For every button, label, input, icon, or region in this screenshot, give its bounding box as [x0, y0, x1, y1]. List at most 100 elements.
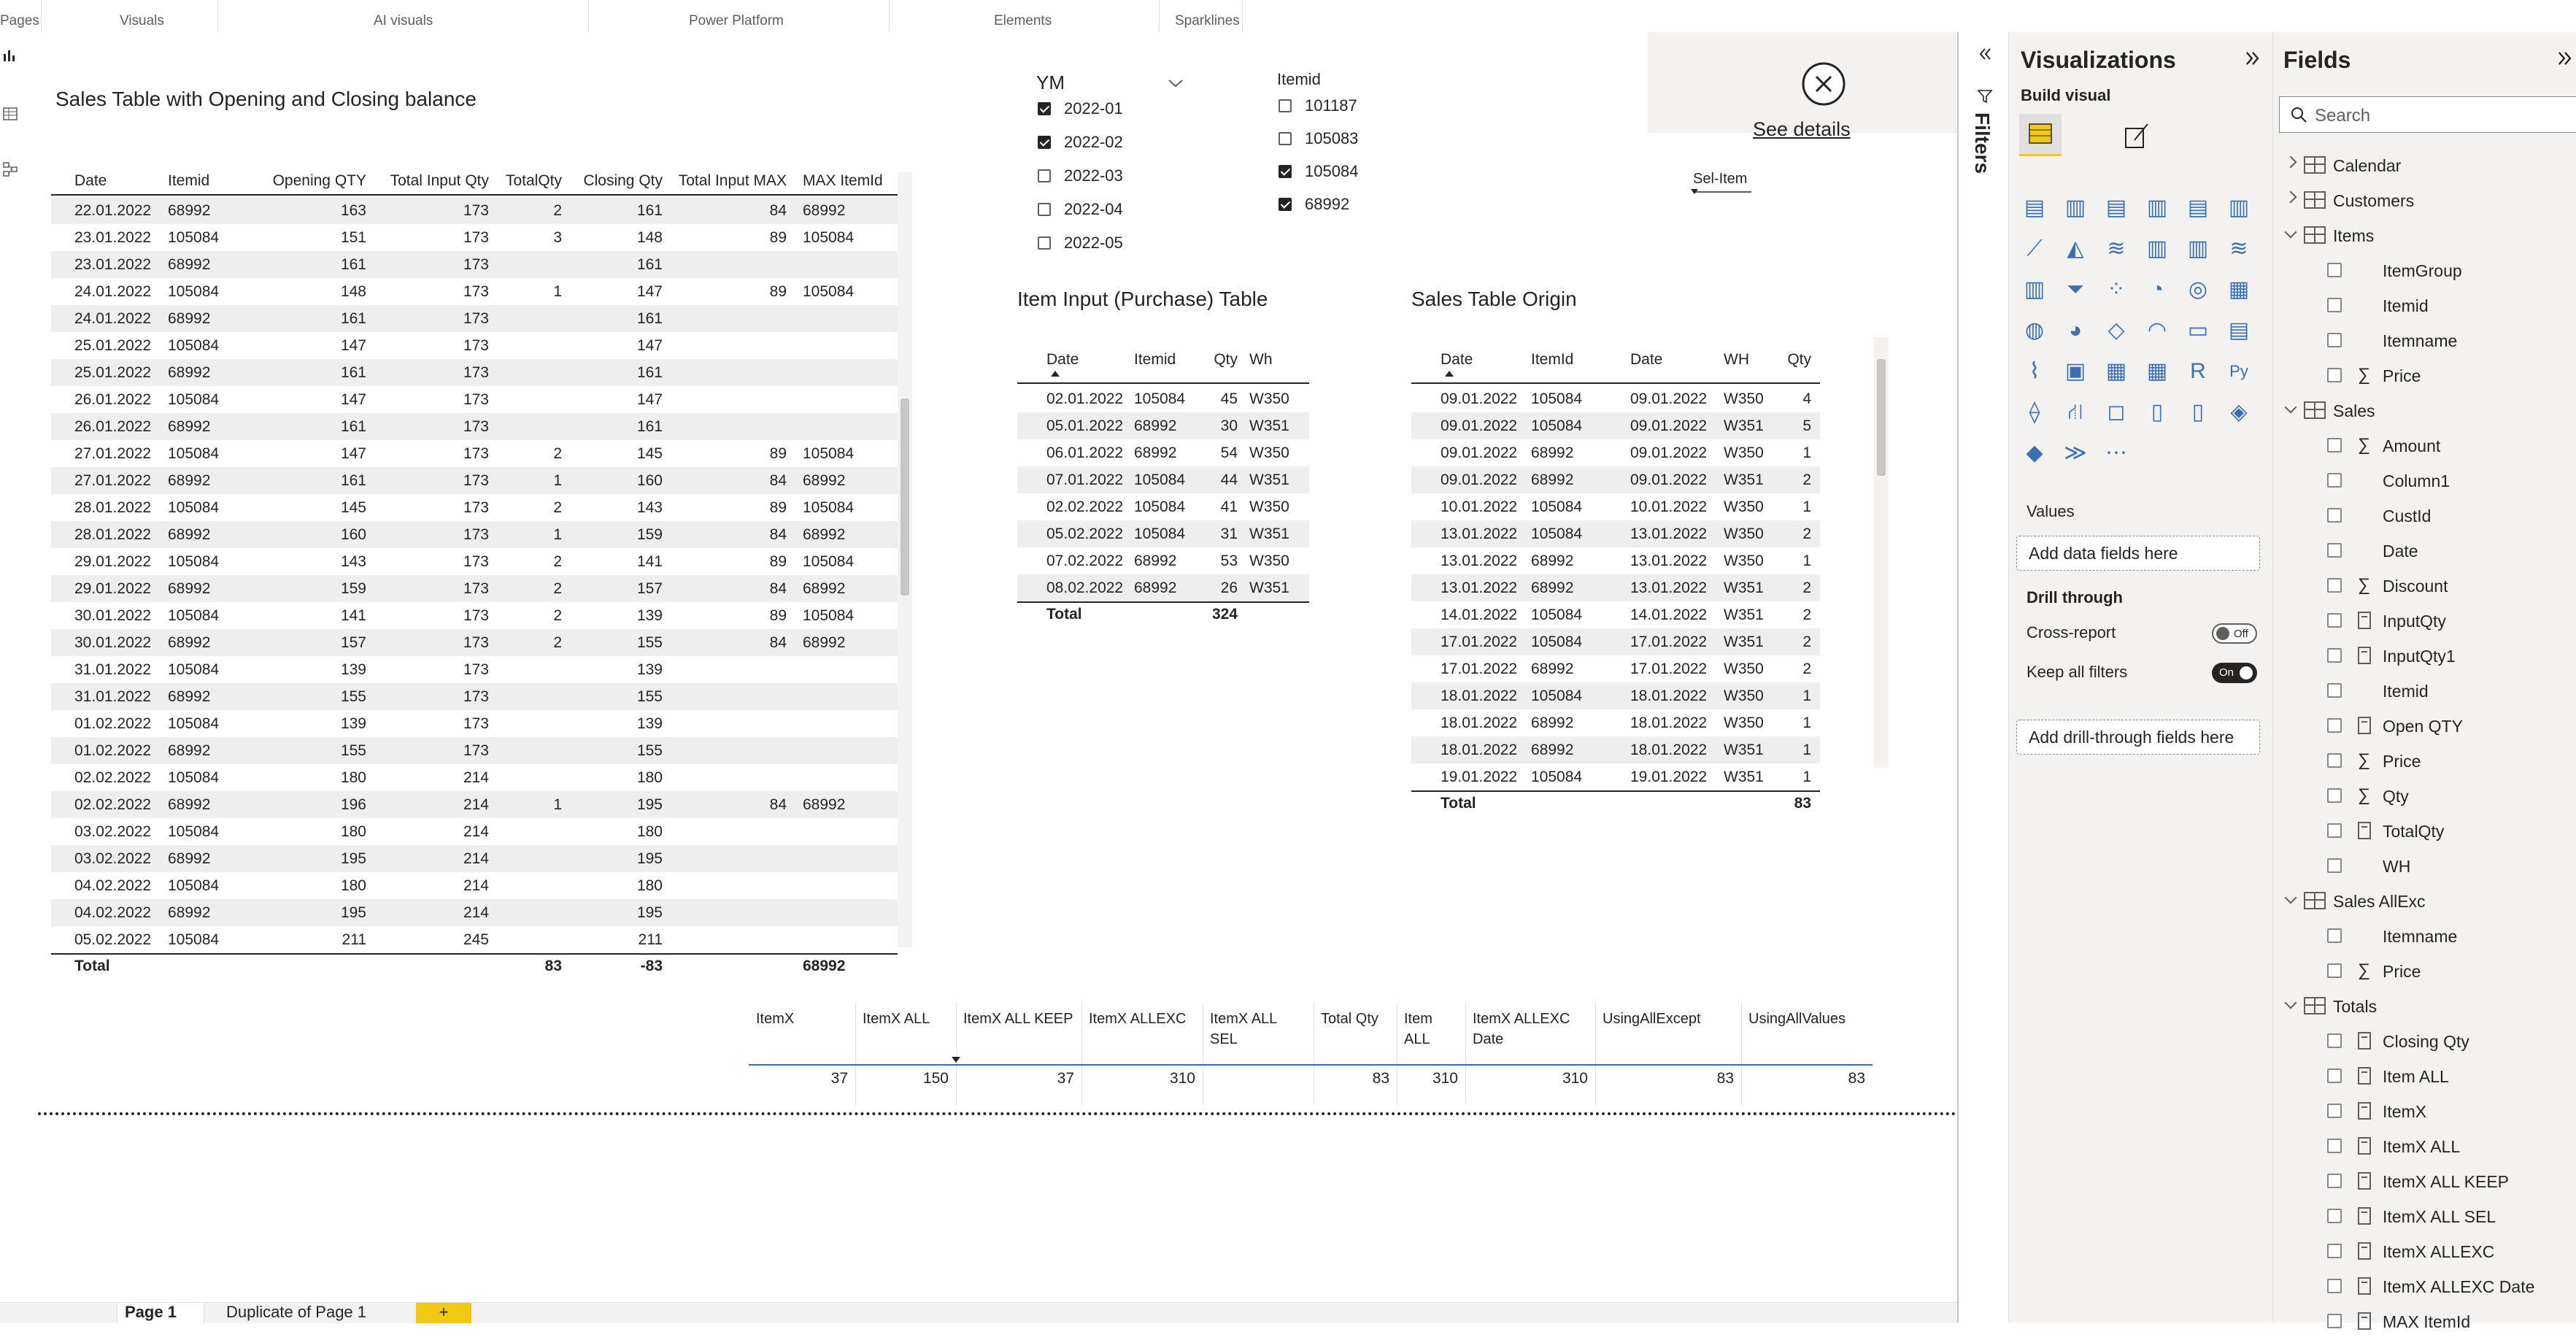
- chevron-down-icon[interactable]: [2284, 401, 2297, 414]
- table-icon[interactable]: ▦: [2102, 358, 2130, 385]
- field-row[interactable]: ItemX ALLEXC Date: [2273, 1270, 2576, 1305]
- chevron-down-icon[interactable]: [2284, 891, 2297, 904]
- column-header[interactable]: Closing Qty: [583, 172, 663, 190]
- column-header[interactable]: TotalQty: [506, 172, 562, 190]
- field-checkbox[interactable]: [2327, 1314, 2342, 1328]
- line-clustered-column-icon[interactable]: ▥: [2184, 235, 2212, 263]
- area-chart-icon[interactable]: ◭: [2062, 235, 2089, 263]
- slicer-checkbox[interactable]: [1279, 165, 1292, 178]
- field-checkbox[interactable]: [2327, 578, 2342, 593]
- report-view-icon[interactable]: [1, 47, 19, 64]
- ribbon-section-visuals[interactable]: Visuals: [120, 13, 164, 29]
- field-table-row[interactable]: Customers: [2273, 184, 2576, 219]
- 100-bar-chart-icon[interactable]: ▤: [2184, 194, 2212, 222]
- field-table-row[interactable]: Totals: [2273, 990, 2576, 1025]
- clustered-column-chart-icon[interactable]: ▥: [2143, 194, 2171, 222]
- column-header[interactable]: Wh: [1249, 351, 1273, 369]
- field-row[interactable]: ∑ Price: [2273, 955, 2576, 990]
- slicer-checkbox[interactable]: [1038, 236, 1051, 250]
- build-visual-tab[interactable]: [2019, 114, 2062, 156]
- field-checkbox[interactable]: [2327, 543, 2342, 558]
- field-checkbox[interactable]: [2327, 298, 2342, 312]
- column-header[interactable]: Date: [1441, 351, 1473, 369]
- field-row[interactable]: Itemid: [2273, 289, 2576, 324]
- field-row[interactable]: ItemX ALLEXC: [2273, 1235, 2576, 1270]
- column-header[interactable]: Itemid: [1134, 351, 1176, 369]
- field-row[interactable]: Closing Qty: [2273, 1025, 2576, 1060]
- slicer-item-label[interactable]: 2022-04: [1064, 200, 1123, 219]
- slicer-checkbox[interactable]: [1038, 136, 1051, 149]
- slicer-checkbox[interactable]: [1279, 99, 1292, 112]
- slicer-checkbox[interactable]: [1279, 198, 1292, 211]
- column-header[interactable]: Total Qty: [1321, 1009, 1389, 1029]
- slicer-checkbox[interactable]: [1279, 132, 1292, 145]
- waterfall-chart-icon[interactable]: ▥: [2021, 276, 2048, 304]
- slicer-item-label[interactable]: 2022-02: [1064, 133, 1123, 152]
- column-header[interactable]: WH: [1724, 351, 1749, 369]
- multi-row-card-icon[interactable]: ▤: [2225, 317, 2253, 344]
- power-automate-icon[interactable]: ◆: [2021, 439, 2048, 467]
- ribbon-section-sparklines[interactable]: Sparklines: [1175, 13, 1240, 29]
- chevron-down-icon[interactable]: [2284, 996, 2297, 1009]
- field-row[interactable]: InputQty1: [2273, 639, 2576, 674]
- map-icon[interactable]: ◍: [2021, 317, 2048, 344]
- field-checkbox[interactable]: [2327, 788, 2342, 803]
- field-checkbox[interactable]: [2327, 1139, 2342, 1153]
- field-checkbox[interactable]: [2327, 1104, 2342, 1118]
- key-influencers-icon[interactable]: ⟠: [2021, 398, 2048, 426]
- python-visual-icon[interactable]: Py: [2225, 358, 2253, 385]
- field-row[interactable]: Itemid: [2273, 674, 2576, 709]
- cross-report-toggle[interactable]: Off: [2212, 623, 2257, 644]
- kpi-icon[interactable]: ⌇: [2021, 358, 2048, 385]
- field-table-row[interactable]: Sales AllExc: [2273, 885, 2576, 920]
- slicer-icon[interactable]: ▣: [2062, 358, 2089, 385]
- chevron-down-icon[interactable]: [2284, 226, 2297, 239]
- field-checkbox[interactable]: [2327, 613, 2342, 628]
- funnel-chart-icon[interactable]: ⏷: [2062, 276, 2089, 304]
- column-header[interactable]: Total Input Qty: [390, 172, 489, 190]
- page-tab[interactable]: Duplicate of Page 1: [219, 1303, 401, 1323]
- field-row[interactable]: Item ALL: [2273, 1060, 2576, 1095]
- chevron-down-icon[interactable]: [1166, 76, 1185, 91]
- field-row[interactable]: WH: [2273, 850, 2576, 885]
- filters-pane-collapsed[interactable]: Filters: [1957, 32, 2010, 1322]
- slicer-item-label[interactable]: 101187: [1305, 96, 1357, 115]
- field-table-row[interactable]: Calendar: [2273, 149, 2576, 184]
- matrix-icon[interactable]: ▦: [2143, 358, 2171, 385]
- clustered-bar-chart-icon[interactable]: ▤: [2102, 194, 2130, 222]
- column-header[interactable]: Date: [1630, 351, 1662, 369]
- field-checkbox[interactable]: [2327, 333, 2342, 347]
- treemap-icon[interactable]: ▦: [2225, 276, 2253, 304]
- field-row[interactable]: ∑ Discount: [2273, 569, 2576, 604]
- origin-table-scrollbar[interactable]: [1874, 337, 1889, 768]
- field-row[interactable]: ItemX ALL: [2273, 1130, 2576, 1165]
- column-header[interactable]: Item ALL: [1404, 1009, 1458, 1050]
- scrollbar-thumb[interactable]: [1877, 359, 1886, 476]
- field-checkbox[interactable]: [2327, 648, 2342, 663]
- column-header[interactable]: ItemX ALLEXC: [1089, 1009, 1195, 1029]
- field-checkbox[interactable]: [2327, 1033, 2342, 1048]
- smart-narrative-icon[interactable]: ▯: [2184, 398, 2212, 426]
- field-row[interactable]: ItemX ALL KEEP: [2273, 1165, 2576, 1200]
- slicer-checkbox[interactable]: [1038, 203, 1051, 216]
- column-header[interactable]: UsingAllExcept: [1603, 1009, 1734, 1029]
- slicer-checkbox[interactable]: [1038, 169, 1051, 182]
- page-tab-active[interactable]: Page 1: [117, 1303, 204, 1323]
- column-header[interactable]: Date: [74, 172, 107, 190]
- field-row[interactable]: ∑ Price: [2273, 744, 2576, 779]
- double-chevron-right-icon[interactable]: [2243, 48, 2263, 69]
- ribbon-section-pages[interactable]: Pages: [0, 13, 39, 29]
- column-header[interactable]: Itemid: [168, 172, 209, 190]
- input-purchase-table[interactable]: Date Itemid Qty Wh 02.01.2022 105084 45 W350 05.…: [1017, 337, 1309, 623]
- column-header[interactable]: Qty: [1214, 351, 1238, 369]
- field-row[interactable]: Column1: [2273, 464, 2576, 499]
- field-row[interactable]: Open QTY: [2273, 709, 2576, 744]
- slicer-checkbox[interactable]: [1038, 102, 1051, 115]
- fields-search-box[interactable]: Search: [2279, 96, 2576, 133]
- field-checkbox[interactable]: [2327, 1209, 2342, 1223]
- column-header[interactable]: ItemX: [756, 1009, 848, 1029]
- itemid-slicer[interactable]: 101187 105083 105084 68992: [1276, 96, 1422, 228]
- decomposition-tree-icon[interactable]: ⛙: [2062, 398, 2089, 426]
- column-header[interactable]: MAX ItemId: [803, 172, 883, 190]
- column-header[interactable]: ItemX ALL KEEP: [963, 1009, 1074, 1029]
